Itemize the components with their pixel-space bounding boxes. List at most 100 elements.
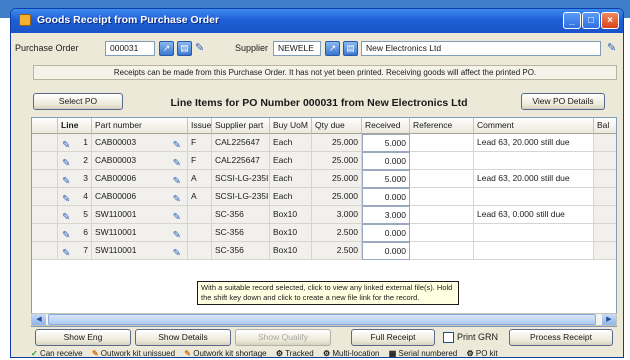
- col-header-supplier-part[interactable]: Supplier part: [212, 118, 270, 134]
- supplier-browse-icon[interactable]: ▤: [343, 41, 358, 56]
- received-input[interactable]: 0.000: [362, 224, 410, 242]
- comment-input[interactable]: [474, 152, 594, 170]
- edit-line-icon[interactable]: ✎: [62, 245, 70, 259]
- reference-input[interactable]: [410, 134, 474, 152]
- received-input[interactable]: 5.000: [362, 170, 410, 188]
- status-notice: Receipts can be made from this Purchase …: [33, 65, 617, 80]
- edit-line-icon[interactable]: ✎: [62, 155, 70, 169]
- reference-input[interactable]: [410, 224, 474, 242]
- col-header-line[interactable]: Line: [58, 118, 92, 134]
- col-header-received[interactable]: Received: [362, 118, 410, 134]
- part-link-icon[interactable]: ✎: [173, 209, 181, 223]
- qty-due-cell: 2.500: [312, 242, 362, 260]
- view-po-details-button[interactable]: View PO Details: [521, 93, 605, 110]
- table-row[interactable]: ✎ 1 CAB00003 ✎ F CAL225647 Each 25.000 5.0…: [32, 134, 616, 152]
- row-selector[interactable]: [32, 170, 58, 188]
- table-row[interactable]: ✎ 3 CAB00006 ✎ A SCSI-LG-235I Each 25.000 …: [32, 170, 616, 188]
- qty-due-cell: 25.000: [312, 134, 362, 152]
- balance-cell: [594, 206, 616, 224]
- part-number: CAB00003: [95, 155, 137, 165]
- edit-line-icon[interactable]: ✎: [62, 209, 70, 223]
- legend-item: ⚙ Multi-location: [322, 349, 380, 358]
- balance-cell: [594, 152, 616, 170]
- reference-input[interactable]: [410, 188, 474, 206]
- reference-input[interactable]: [410, 170, 474, 188]
- qty-due-cell: 25.000: [312, 152, 362, 170]
- received-input[interactable]: 0.000: [362, 152, 410, 170]
- table-row[interactable]: ✎ 4 CAB00006 ✎ A SCSI-LG-235I Each 25.000 …: [32, 188, 616, 206]
- print-grn-label: Print GRN: [457, 332, 499, 342]
- show-details-button[interactable]: Show Details: [135, 329, 231, 346]
- po-edit-icon[interactable]: ✎: [195, 41, 204, 54]
- reference-input[interactable]: [410, 152, 474, 170]
- background-margin: [0, 18, 10, 360]
- part-link-icon[interactable]: ✎: [173, 227, 181, 241]
- title-bar[interactable]: Goods Receipt from Purchase Order _ □ ×: [11, 9, 623, 33]
- comment-input[interactable]: Lead 63, 20.000 still due: [474, 170, 594, 188]
- select-po-button[interactable]: Select PO: [33, 93, 123, 110]
- supplier-lookup-icon[interactable]: ↗: [325, 41, 340, 56]
- comment-input[interactable]: [474, 224, 594, 242]
- line-number: 4: [83, 191, 88, 201]
- po-lookup-icon[interactable]: ↗: [159, 41, 174, 56]
- table-row[interactable]: ✎ 6 SW110001 ✎ SC-356 Box10 2.500 0.000: [32, 224, 616, 242]
- part-link-icon[interactable]: ✎: [173, 173, 181, 187]
- scroll-left-icon[interactable]: ◀: [32, 314, 46, 325]
- row-selector[interactable]: [32, 242, 58, 260]
- edit-line-icon[interactable]: ✎: [62, 173, 70, 187]
- part-link-icon[interactable]: ✎: [173, 245, 181, 259]
- po-number-field[interactable]: 000031: [105, 41, 155, 56]
- show-eng-button[interactable]: Show Eng: [35, 329, 131, 346]
- part-link-icon[interactable]: ✎: [173, 191, 181, 205]
- line-number: 2: [83, 155, 88, 165]
- col-header-comment[interactable]: Comment: [474, 118, 594, 134]
- received-input[interactable]: 3.000: [362, 206, 410, 224]
- row-selector[interactable]: [32, 152, 58, 170]
- scrollbar-thumb[interactable]: [48, 314, 596, 325]
- show-qualify-button[interactable]: Show Qualify: [235, 329, 331, 346]
- row-selector[interactable]: [32, 134, 58, 152]
- supplier-code-field[interactable]: NEWELE: [273, 41, 321, 56]
- scroll-right-icon[interactable]: ▶: [602, 314, 616, 325]
- horizontal-scrollbar[interactable]: ◀ ▶: [31, 313, 617, 326]
- received-input[interactable]: 0.000: [362, 242, 410, 260]
- table-row[interactable]: ✎ 2 CAB00003 ✎ F CAL225647 Each 25.000 0.0…: [32, 152, 616, 170]
- part-link-icon[interactable]: ✎: [173, 155, 181, 169]
- comment-input[interactable]: Lead 63, 20.000 still due: [474, 134, 594, 152]
- supplier-edit-icon[interactable]: ✎: [607, 41, 616, 54]
- reference-input[interactable]: [410, 242, 474, 260]
- table-row[interactable]: ✎ 5 SW110001 ✎ SC-356 Box10 3.000 3.000 Le…: [32, 206, 616, 224]
- maximize-button[interactable]: □: [582, 12, 600, 29]
- issue-cell: [188, 242, 212, 260]
- row-selector[interactable]: [32, 224, 58, 242]
- edit-line-icon[interactable]: ✎: [62, 137, 70, 151]
- process-receipt-button[interactable]: Process Receipt: [509, 329, 613, 346]
- close-button[interactable]: ×: [601, 12, 619, 29]
- grid-title: Line Items for PO Number 000031 from New…: [170, 97, 468, 109]
- col-header-reference[interactable]: Reference: [410, 118, 474, 134]
- part-link-icon[interactable]: ✎: [173, 137, 181, 151]
- col-header-part-number[interactable]: Part number: [92, 118, 188, 134]
- edit-line-icon[interactable]: ✎: [62, 191, 70, 205]
- minimize-button[interactable]: _: [563, 12, 581, 29]
- comment-input[interactable]: Lead 63, 0.000 still due: [474, 206, 594, 224]
- po-browse-icon[interactable]: ▤: [177, 41, 192, 56]
- col-header-qty-due[interactable]: Qty due: [312, 118, 362, 134]
- received-input[interactable]: 5.000: [362, 134, 410, 152]
- print-grn-checkbox[interactable]: [443, 332, 454, 343]
- table-row[interactable]: ✎ 7 SW110001 ✎ SC-356 Box10 2.500 0.000: [32, 242, 616, 260]
- row-selector[interactable]: [32, 206, 58, 224]
- comment-input[interactable]: [474, 242, 594, 260]
- row-selector[interactable]: [32, 188, 58, 206]
- reference-input[interactable]: [410, 206, 474, 224]
- col-header-buy-uom[interactable]: Buy UoM: [270, 118, 312, 134]
- legend-item: ⚙ PO kit: [466, 349, 498, 358]
- balance-cell: [594, 242, 616, 260]
- part-number-cell: CAB00003 ✎: [92, 152, 188, 170]
- full-receipt-button[interactable]: Full Receipt: [351, 329, 435, 346]
- col-header-issue[interactable]: Issue: [188, 118, 212, 134]
- received-input[interactable]: 0.000: [362, 188, 410, 206]
- col-header-balance[interactable]: Bal: [594, 118, 616, 134]
- comment-input[interactable]: [474, 188, 594, 206]
- edit-line-icon[interactable]: ✎: [62, 227, 70, 241]
